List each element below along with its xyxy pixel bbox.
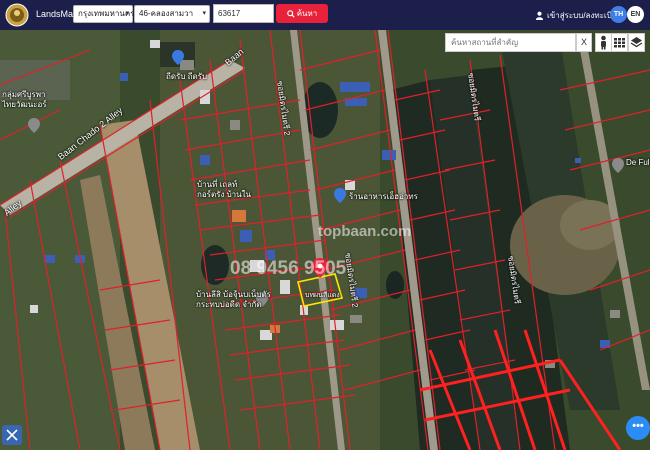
- deed-number-input[interactable]: [213, 4, 274, 23]
- street-view-button[interactable]: [595, 33, 612, 52]
- poi-label-house: ถีดรับ ถีดรับ: [166, 72, 208, 81]
- layers-button[interactable]: [628, 33, 645, 52]
- chat-button[interactable]: •••: [626, 416, 650, 440]
- lang-en-button[interactable]: EN: [627, 6, 644, 23]
- plot-label: บทผนสีแดง: [305, 292, 340, 299]
- poi-label-mart: ร้านอาหารเอ็ฮอ่าทร: [349, 192, 418, 201]
- ruler-icon: [6, 429, 18, 441]
- search-button-label: ค้นหา: [296, 9, 318, 18]
- search-button[interactable]: ค้นหา: [276, 4, 328, 23]
- search-icon: [286, 10, 295, 18]
- place-search-input[interactable]: [445, 33, 576, 52]
- pegman-icon: [601, 35, 606, 50]
- chevron-down-icon: ▾: [202, 10, 206, 17]
- login-link[interactable]: เข้าสู่ระบบ/ลงทะเบียน: [535, 9, 622, 22]
- poi-label-shop-1: บ้านที่ เถลท์ กอร์ตรัง บ้านใน: [197, 180, 251, 199]
- chevron-down-icon: ▾: [125, 10, 129, 17]
- lang-th-button[interactable]: TH: [610, 6, 627, 23]
- grid-button[interactable]: [611, 33, 628, 52]
- watermark-site: topbaan.com: [318, 223, 412, 240]
- province-select[interactable]: กรุงเทพมหานคร ▾: [73, 5, 134, 23]
- watermark-phone: 08 9456 9505: [230, 258, 347, 279]
- measure-tool-button[interactable]: [2, 425, 22, 445]
- poi-label-de-full: De Full: [626, 158, 650, 167]
- satellite-imagery: [0, 30, 650, 450]
- poi-label-shop-2: บ้านลีสิ บ้อจุ้นบเน็บตัร กระทบบ่อดีด จำก…: [196, 290, 271, 309]
- poi-label-community: กลุ่มศรีบูรพา ไทยวัฒนะอร์: [2, 90, 47, 109]
- landsmaps-logo: [5, 3, 29, 27]
- district-select-value: 46-คลองสามวา: [139, 9, 194, 18]
- district-select[interactable]: 46-คลองสามวา ▾: [134, 5, 210, 23]
- layers-icon: [630, 37, 643, 48]
- top-bar: LandsMaps กรุงเทพมหานคร ▾ 46-คลองสามวา ▾…: [0, 0, 650, 30]
- map-view[interactable]: Baan Chado 2 Alley Alley Baan ซอยมิตรไมต…: [0, 30, 650, 450]
- grid-icon: [614, 38, 625, 48]
- clear-search-button[interactable]: X: [576, 33, 592, 52]
- user-icon: [535, 12, 544, 21]
